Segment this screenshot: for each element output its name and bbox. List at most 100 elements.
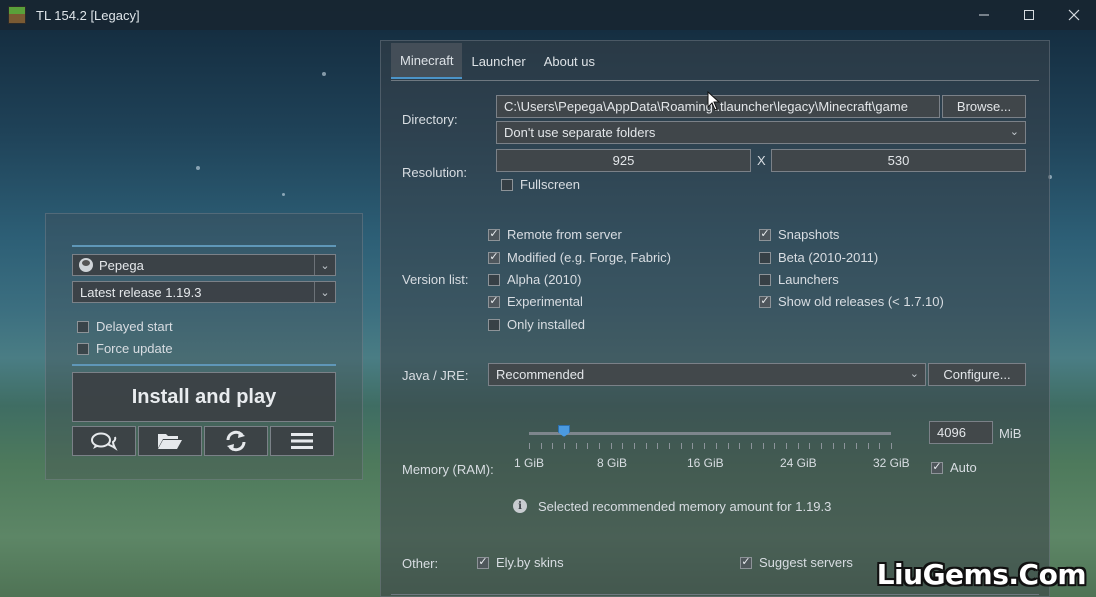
- only-installed-checkbox[interactable]: Only installed: [488, 317, 585, 332]
- chat-button[interactable]: [72, 426, 136, 456]
- auto-memory-checkbox[interactable]: ✓ Auto: [931, 460, 977, 475]
- memory-label: Memory (RAM):: [402, 462, 494, 477]
- resolution-width-input[interactable]: 925: [496, 149, 751, 172]
- tab-launcher[interactable]: Launcher: [462, 43, 534, 79]
- browse-button[interactable]: Browse...: [942, 95, 1026, 118]
- chat-icon: [91, 432, 118, 451]
- memory-scale-label: 32 GiB: [873, 456, 910, 470]
- java-label: Java / JRE:: [402, 368, 469, 383]
- directory-label: Directory:: [402, 112, 458, 127]
- bottom-divider: [391, 594, 1039, 595]
- resolution-height-input[interactable]: 530: [771, 149, 1026, 172]
- memory-info-text: Selected recommended memory amount for 1…: [538, 499, 832, 514]
- configure-button[interactable]: Configure...: [928, 363, 1026, 386]
- slider-tick: [774, 443, 776, 449]
- slider-tick: [587, 443, 589, 449]
- open-folder-button[interactable]: [138, 426, 202, 456]
- checkbox-label: Modified (e.g. Forge, Fabric): [507, 250, 672, 265]
- slider-tick: [762, 443, 764, 449]
- checkbox-label: Snapshots: [778, 227, 840, 242]
- checkbox-label: Experimental: [507, 294, 583, 309]
- tab-divider: [391, 80, 1039, 81]
- suggest-servers-checkbox[interactable]: ✓ Suggest servers: [740, 555, 853, 570]
- snapshots-checkbox[interactable]: ✓ Snapshots: [759, 227, 839, 242]
- java-select[interactable]: Recommended ⌄: [488, 363, 926, 386]
- memory-scale-label: 24 GiB: [780, 456, 817, 470]
- ely-skins-label: Ely.by skins: [496, 555, 564, 570]
- slider-tick: [622, 443, 624, 449]
- checkbox-label: Launchers: [778, 272, 839, 287]
- separate-folders-value: Don't use separate folders: [504, 125, 656, 140]
- delayed-start-label: Delayed start: [96, 319, 173, 334]
- install-and-play-button[interactable]: Install and play: [72, 372, 336, 422]
- check-icon: ✓: [488, 228, 500, 241]
- checkbox-label: Only installed: [507, 317, 586, 332]
- checkbox-box: [77, 320, 89, 333]
- fullscreen-label: Fullscreen: [520, 177, 580, 192]
- suggest-servers-label: Suggest servers: [759, 555, 853, 570]
- window-title: TL 154.2 [Legacy]: [36, 7, 140, 23]
- check-icon: ✓: [740, 556, 752, 569]
- check-icon: ✓: [477, 556, 489, 569]
- memory-scale-label: 1 GiB: [514, 456, 545, 470]
- slider-tick: [855, 443, 857, 449]
- check-icon: ✓: [488, 295, 500, 308]
- slider-tick: [634, 443, 636, 449]
- folder-icon: [158, 434, 182, 449]
- maximize-button[interactable]: [1006, 0, 1051, 30]
- refresh-button[interactable]: [204, 426, 268, 456]
- separate-folders-select[interactable]: Don't use separate folders ⌄: [496, 121, 1026, 144]
- menu-button[interactable]: [270, 426, 334, 456]
- sky-decoration: [196, 166, 200, 170]
- sky-decoration: [282, 193, 285, 196]
- close-button[interactable]: [1051, 0, 1096, 30]
- check-icon: ✓: [759, 228, 771, 241]
- ely-skins-checkbox[interactable]: ✓ Ely.by skins: [477, 555, 564, 570]
- account-select[interactable]: Pepega ⌄: [72, 254, 336, 276]
- checkbox-box: [77, 342, 89, 355]
- delayed-start-checkbox[interactable]: Delayed start: [77, 319, 173, 334]
- tab-about-us[interactable]: About us: [535, 43, 604, 79]
- slider-tick: [704, 443, 706, 449]
- avatar-icon: [79, 258, 93, 272]
- slider-tick: [645, 443, 647, 449]
- memory-input[interactable]: 4096: [929, 421, 993, 444]
- show-old-releases-checkbox[interactable]: ✓ Show old releases (< 1.7.10): [759, 294, 944, 309]
- checkbox-box: [759, 273, 771, 286]
- alpha-checkbox[interactable]: Alpha (2010): [488, 272, 581, 287]
- window-controls: [961, 0, 1096, 30]
- slider-tick: [599, 443, 601, 449]
- slider-tick: [575, 443, 577, 449]
- fullscreen-checkbox[interactable]: Fullscreen: [501, 177, 580, 192]
- minimize-button[interactable]: [961, 0, 1006, 30]
- experimental-checkbox[interactable]: ✓ Experimental: [488, 294, 583, 309]
- remote-from-server-checkbox[interactable]: ✓ Remote from server: [488, 227, 622, 242]
- maximize-icon: [1023, 10, 1034, 20]
- close-icon: [1068, 9, 1079, 21]
- memory-scale-label: 8 GiB: [597, 456, 628, 470]
- slider-tick: [797, 443, 799, 449]
- panel-divider: [72, 364, 336, 366]
- memory-scale-label: 16 GiB: [687, 456, 724, 470]
- minimize-icon: [978, 14, 989, 16]
- memory-unit: MiB: [999, 426, 1022, 441]
- slider-tick: [832, 443, 834, 449]
- menu-icon: [291, 433, 313, 449]
- version-select[interactable]: Latest release 1.19.3 ⌄: [72, 281, 336, 303]
- auto-label: Auto: [950, 460, 977, 475]
- slider-tick: [610, 443, 612, 449]
- checkbox-label: Beta (2010-2011): [778, 250, 879, 265]
- tab-minecraft[interactable]: Minecraft: [391, 43, 463, 79]
- checkbox-box: [488, 318, 500, 331]
- force-update-checkbox[interactable]: Force update: [77, 341, 173, 356]
- memory-slider-track[interactable]: [529, 432, 891, 435]
- slider-tick: [809, 443, 811, 449]
- resolution-label: Resolution:: [402, 165, 468, 180]
- slider-tick: [739, 443, 741, 449]
- version-value: Latest release 1.19.3: [80, 284, 202, 300]
- launchers-checkbox[interactable]: Launchers: [759, 272, 839, 287]
- modified-checkbox[interactable]: ✓ Modified (e.g. Forge, Fabric): [488, 250, 671, 265]
- settings-panel: Minecraft Launcher About us Directory: C…: [380, 40, 1050, 597]
- memory-slider-thumb[interactable]: [558, 425, 571, 437]
- beta-checkbox[interactable]: Beta (2010-2011): [759, 250, 878, 265]
